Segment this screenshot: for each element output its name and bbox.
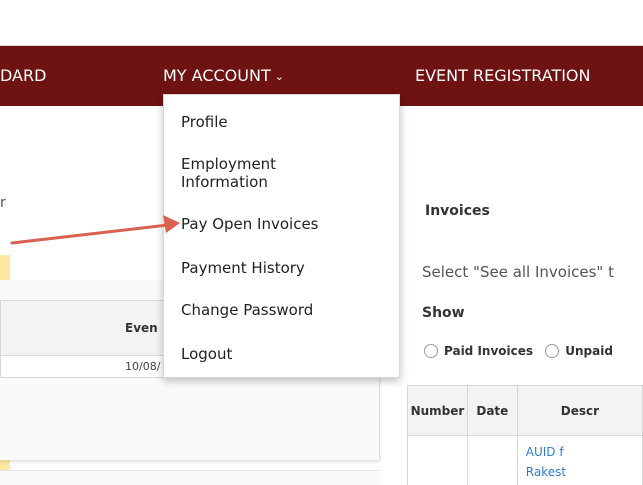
- nav-event-registration[interactable]: EVENT REGISTRATION: [415, 46, 591, 106]
- invoices-title: Invoices: [425, 203, 490, 219]
- nav-my-account-label: MY ACCOUNT: [163, 66, 271, 85]
- show-label: Show: [422, 305, 465, 321]
- invoices-table: Number Date Descr AUID f Rakest: [407, 385, 643, 485]
- table-cell-date: [466, 435, 518, 485]
- invoice-filter: Paid Invoices Unpaid: [424, 343, 621, 363]
- radio-paid-invoices[interactable]: [424, 343, 438, 358]
- menu-item-profile[interactable]: Profile: [181, 113, 228, 131]
- menu-item-logout[interactable]: Logout: [181, 345, 232, 363]
- column-header-description: Descr: [516, 385, 643, 436]
- table-header-row: Number Date Descr: [407, 385, 643, 436]
- table-row: AUID f Rakest: [407, 435, 643, 485]
- radio-paid-label: Paid Invoices: [444, 343, 534, 358]
- top-header-bar: [0, 0, 643, 46]
- table-cell-number: [407, 435, 468, 485]
- menu-item-payment-history[interactable]: Payment History: [181, 259, 305, 277]
- menu-item-pay-open-invoices[interactable]: Pay Open Invoices: [181, 215, 318, 233]
- radio-unpaid[interactable]: [545, 343, 560, 358]
- column-header-number: Number: [407, 385, 468, 436]
- left-text-fragment: r: [0, 195, 6, 211]
- radio-unpaid-label: Unpaid: [565, 343, 613, 358]
- column-header-date: Date: [466, 385, 518, 436]
- table-cell-description: AUID f Rakest: [516, 435, 643, 485]
- invoices-help-text: Select "See all Invoices" t: [422, 263, 614, 281]
- lower-card: [0, 470, 380, 485]
- menu-item-employment-information[interactable]: Employment Information: [181, 155, 321, 191]
- invoice-description-link[interactable]: AUID f: [526, 442, 634, 462]
- nav-dashboard[interactable]: DARD: [0, 46, 46, 106]
- invoice-description-link[interactable]: Rakest: [526, 462, 634, 482]
- menu-item-change-password[interactable]: Change Password: [181, 301, 313, 319]
- my-account-dropdown: Profile Employment Information Pay Open …: [163, 94, 400, 378]
